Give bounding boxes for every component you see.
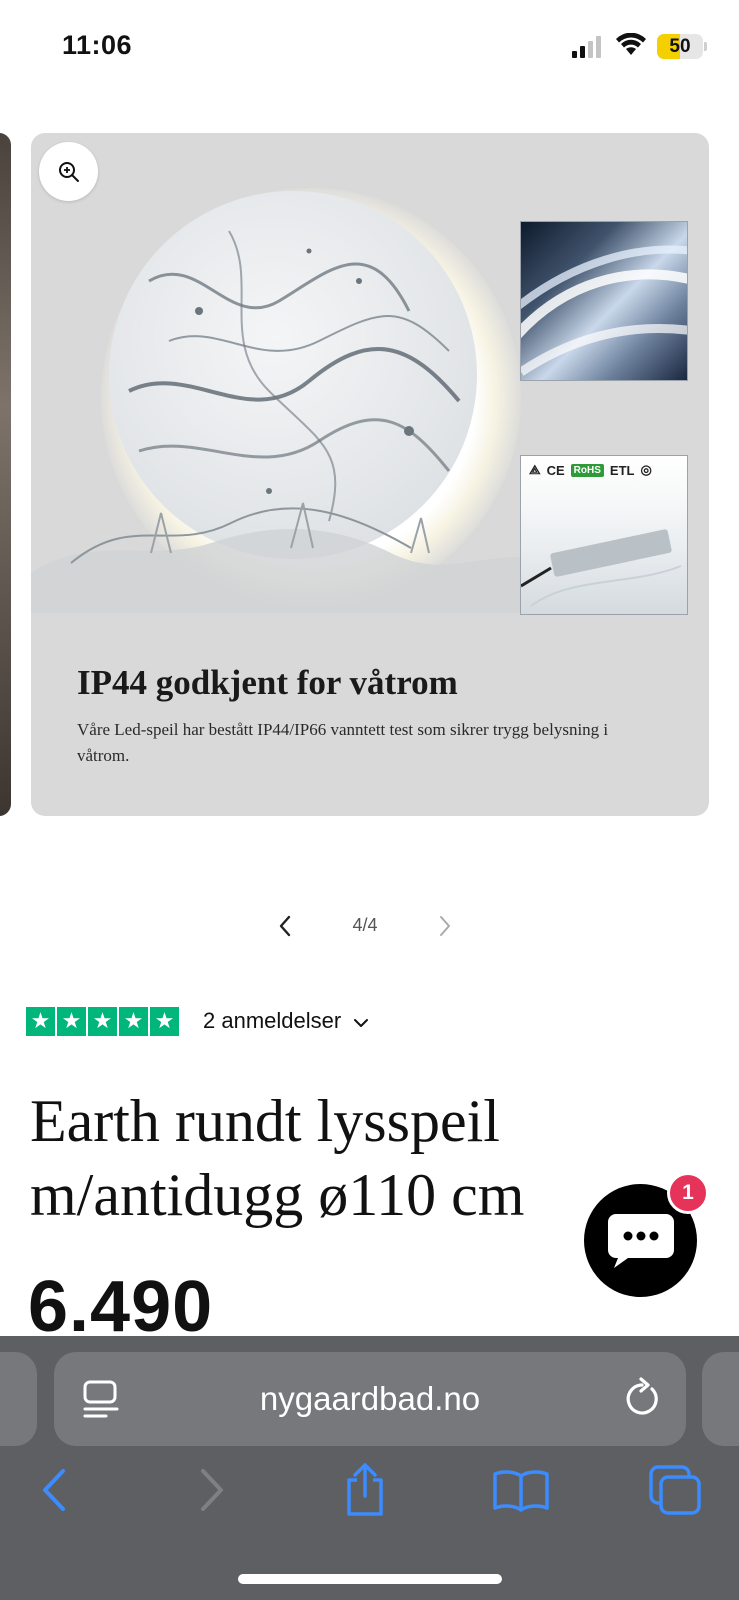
- water-splash-base: [31, 502, 551, 613]
- chat-bubble-icon: [607, 1213, 674, 1268]
- cert-mark-ce: CE: [546, 462, 565, 478]
- chevron-right-icon: [440, 916, 450, 936]
- zoom-in-icon: [58, 161, 79, 182]
- battery-indicator: 50: [657, 34, 703, 59]
- previous-slide-peek[interactable]: [0, 133, 11, 816]
- tabs-button[interactable]: [645, 1460, 705, 1520]
- cert-mark-rohs: RoHS: [570, 463, 604, 477]
- slide-heading: IP44 godkjent for våtrom: [77, 663, 458, 702]
- star-icon: ★: [119, 1006, 148, 1036]
- star-icon: ★: [57, 1006, 86, 1036]
- back-arrow-icon: [43, 1469, 65, 1511]
- star-icon: ★: [150, 1006, 179, 1036]
- cert-mark-triangle: ⟁: [529, 462, 541, 477]
- book-icon: [493, 1470, 549, 1512]
- forward-button[interactable]: [182, 1460, 242, 1520]
- share-button[interactable]: [335, 1460, 395, 1520]
- previous-tab-peek[interactable]: [0, 1352, 37, 1446]
- page-menu-icon[interactable]: [82, 1379, 120, 1419]
- bookmarks-button[interactable]: [491, 1460, 551, 1520]
- home-indicator: [238, 1574, 502, 1584]
- next-tab-peek[interactable]: [702, 1352, 739, 1446]
- reviews-summary[interactable]: ★ ★ ★ ★ ★ 2 anmeldelser: [26, 1006, 369, 1036]
- certification-marks: ⟁ CE RoHS ETL ◎: [529, 462, 652, 478]
- slide-counter: 4/4: [352, 915, 378, 935]
- tabs-icon: [649, 1465, 701, 1515]
- browser-bottom-bar: nygaardbad.no: [0, 1336, 739, 1600]
- led-strip-photo: [520, 221, 688, 381]
- reload-icon[interactable]: [622, 1377, 662, 1419]
- wifi-icon: [616, 33, 646, 55]
- slide-description: Våre Led-speil har bestått IP44/IP66 van…: [77, 720, 609, 765]
- reviews-count: 2 anmeldelser: [203, 1008, 342, 1033]
- star-icon: ★: [26, 1006, 55, 1036]
- carousel-pager: 4/4: [270, 910, 470, 942]
- previous-slide-button[interactable]: [270, 912, 300, 940]
- share-icon: [347, 1463, 383, 1516]
- chat-unread-badge: 1: [667, 1172, 709, 1214]
- url-text[interactable]: nygaardbad.no: [154, 1380, 586, 1418]
- back-button[interactable]: [24, 1460, 84, 1520]
- cert-mark-etl: ETL: [609, 462, 635, 478]
- address-bar[interactable]: nygaardbad.no: [54, 1352, 686, 1446]
- star-rating: ★ ★ ★ ★ ★: [26, 1006, 179, 1036]
- chevron-left-icon: [279, 915, 291, 937]
- next-slide-button[interactable]: [430, 912, 460, 940]
- cellular-signal-icon: [572, 36, 601, 58]
- star-icon: ★: [88, 1006, 117, 1036]
- product-image-slide[interactable]: ⟁ CE RoHS ETL ◎ IP44 godkjent for våtrom…: [31, 133, 709, 816]
- chevron-down-icon: [354, 1019, 369, 1027]
- led-driver-photo: ⟁ CE RoHS ETL ◎: [520, 455, 688, 615]
- forward-arrow-icon: [201, 1469, 223, 1511]
- cert-mark-ccc: ◎: [640, 462, 652, 477]
- product-title: Earth rundt lysspeil m/antidugg ø110 cm: [30, 1088, 525, 1228]
- zoom-button[interactable]: [39, 142, 98, 201]
- status-bar: 11:06 50: [0, 0, 739, 95]
- browser-toolbar: [0, 1460, 739, 1540]
- status-time: 11:06: [62, 30, 133, 60]
- battery-cap: [704, 42, 707, 51]
- battery-percent: 50: [669, 36, 691, 57]
